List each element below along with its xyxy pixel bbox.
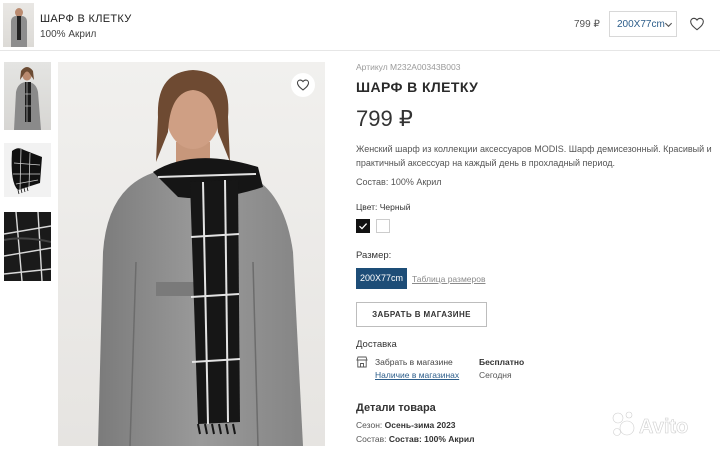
thumbnail-scarf	[17, 16, 21, 40]
delivery-time: Сегодня	[479, 370, 512, 380]
product-price: 799 ₽	[356, 106, 413, 131]
product-sku: Артикул M232A00343B003	[356, 62, 461, 72]
gallery-thumbnail-model[interactable]	[4, 62, 51, 130]
gallery-thumbnail-folded[interactable]	[4, 143, 51, 197]
product-title: ШАРФ В КЛЕТКУ	[356, 79, 479, 95]
sticky-product-header: ШАРФ В КЛЕТКУ 100% Акрил 799 ₽ 200X77cm	[0, 0, 720, 51]
model-in-scarf-image	[58, 62, 325, 446]
header-size-value: 200X77cm	[617, 19, 665, 30]
store-availability-link[interactable]: Наличие в магазинах	[375, 370, 459, 380]
header-size-select[interactable]: 200X77cm	[609, 11, 677, 37]
store-icon	[356, 356, 368, 368]
product-main-photo[interactable]	[58, 62, 325, 446]
avito-watermark: Avito	[612, 411, 689, 438]
color-swatch-black[interactable]	[356, 219, 370, 233]
composition-label: Состав:	[356, 434, 387, 444]
season-value: Осень-зима 2023	[384, 420, 456, 430]
details-heading: Детали товара	[356, 402, 436, 414]
delivery-method: Забрать в магазине	[375, 357, 453, 367]
model-thumbnail-image	[14, 67, 41, 130]
favorite-button[interactable]	[291, 73, 315, 97]
season-row: Сезон: Осень-зима 2023	[356, 420, 456, 430]
heart-icon[interactable]	[689, 16, 705, 32]
pickup-in-store-button[interactable]: ЗАБРАТЬ В МАГАЗИНЕ	[356, 302, 487, 327]
avito-watermark-text: Avito	[639, 416, 688, 438]
color-label: Цвет: Черный	[356, 202, 411, 212]
header-product-thumbnail[interactable]	[3, 3, 34, 47]
product-composition: Состав: 100% Акрил	[356, 177, 442, 187]
season-label: Сезон:	[356, 420, 383, 430]
color-swatch-white[interactable]	[376, 219, 390, 233]
delivery-cost: Бесплатно	[479, 357, 525, 367]
gallery-thumbnail-fabric[interactable]	[4, 212, 51, 281]
composition-row: Состав: Состав: 100% Акрил	[356, 434, 474, 444]
size-table-link[interactable]: Таблица размеров	[412, 274, 486, 284]
product-description: Женский шарф из коллекции аксессуаров MO…	[356, 144, 712, 168]
checkmark-icon	[359, 223, 368, 230]
header-product-subtitle: 100% Акрил	[40, 29, 97, 40]
folded-scarf-thumbnail-image	[11, 148, 42, 195]
header-price: 799 ₽	[574, 19, 600, 30]
header-product-title: ШАРФ В КЛЕТКУ	[40, 13, 132, 25]
delivery-heading: Доставка	[356, 339, 397, 350]
heart-icon	[296, 79, 310, 91]
fabric-closeup-thumbnail-image	[4, 212, 51, 281]
chevron-down-icon	[664, 22, 673, 28]
size-label: Размер:	[356, 250, 392, 261]
composition-value: Состав: 100% Акрил	[388, 434, 475, 444]
size-option-200x77[interactable]: 200X77cm	[356, 268, 407, 289]
